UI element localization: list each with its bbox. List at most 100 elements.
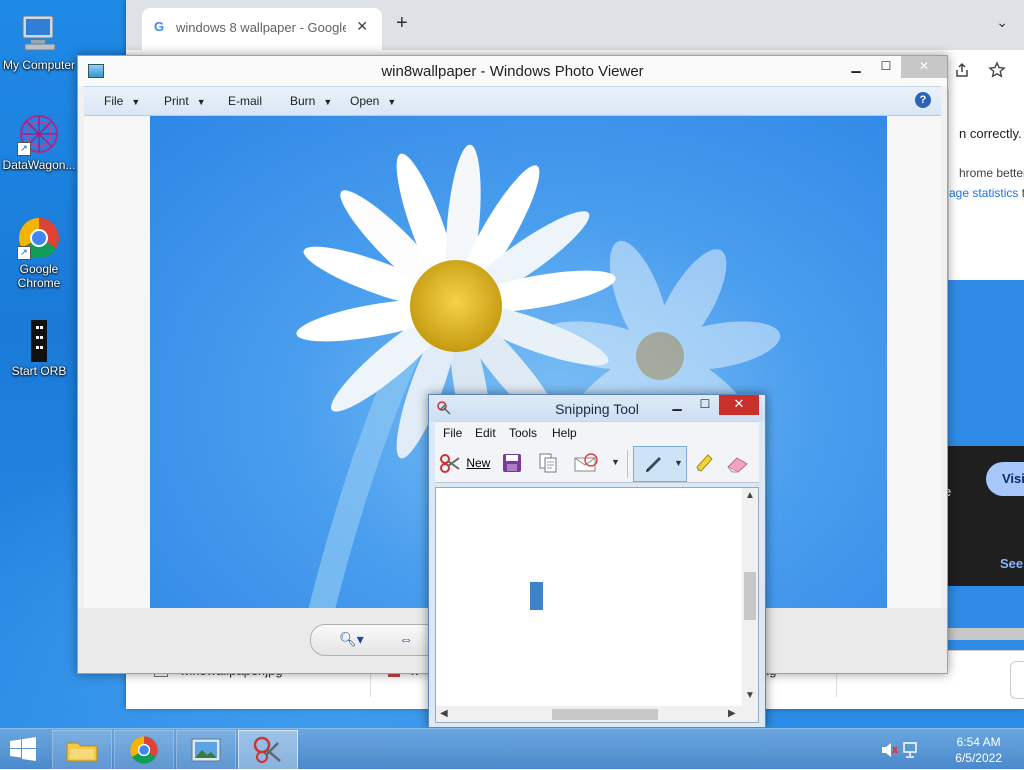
desktop-icon-label: DataWagon... — [2, 158, 76, 172]
menu-edit[interactable]: Edit — [475, 426, 496, 440]
clock-date: 6/5/2022 — [955, 751, 1002, 765]
menu-label: Print — [164, 94, 189, 108]
desktop: G windows 8 wallpaper - Google Se ✕ + ⌄ … — [0, 0, 1024, 728]
info-text-2: hrome better b — [959, 166, 1024, 180]
see-link[interactable]: See — [1000, 556, 1023, 571]
scissors-icon — [440, 454, 460, 473]
pen-tool-button[interactable]: ▼ — [633, 446, 687, 482]
dropdown-arrow-icon: ▼ — [323, 97, 333, 107]
captured-snip-content — [530, 582, 543, 610]
maximize-button[interactable]: ☐ — [691, 395, 719, 415]
datawagon-icon: ↗ — [17, 112, 61, 156]
dropdown-arrow-icon: ▼ — [387, 97, 397, 107]
chrome-tab-title: windows 8 wallpaper - Google Se — [176, 20, 346, 35]
send-dropdown-arrow-icon[interactable]: ▼ — [611, 457, 620, 479]
menu-file[interactable]: File — [443, 426, 462, 440]
scroll-left-icon[interactable]: ◀ — [440, 708, 448, 719]
folder-icon — [66, 742, 98, 762]
desktop-icon-my-computer[interactable]: My Computer — [1, 12, 77, 72]
desktop-icon-start-orb[interactable]: Start ORB — [1, 318, 77, 378]
dropdown-arrow-icon: ▼ — [131, 97, 141, 107]
scroll-right-icon[interactable]: ▶ — [728, 708, 736, 719]
window-controls: ▁ ☐ ✕ — [663, 395, 759, 415]
start-orb-icon — [17, 318, 61, 364]
network-icon[interactable] — [902, 741, 920, 759]
desktop-icon-google-chrome[interactable]: ↗ Google Chrome — [1, 216, 77, 290]
close-button[interactable]: ✕ — [719, 395, 759, 415]
new-label: New — [466, 456, 491, 470]
vertical-scroll-thumb[interactable] — [744, 572, 756, 620]
close-button[interactable]: ✕ — [901, 56, 947, 78]
info-panel: n correctly. hrome better b age statisti… — [948, 90, 1024, 281]
info-text-3-wrap: age statistics to — [949, 186, 1024, 200]
chrome-icon: ↗ — [17, 216, 61, 260]
photo-viewer-icon — [191, 738, 221, 762]
zoom-icon[interactable]: 🔍︎▾ — [339, 631, 364, 648]
taskbar-snipping-tool[interactable] — [238, 730, 298, 770]
taskbar-file-explorer[interactable] — [52, 730, 112, 770]
window-controls: ▁ ☐ ✕ — [841, 56, 947, 78]
snipping-tool-toolbar: New ▼ ▼ — [435, 444, 759, 483]
windows-start-icon[interactable] — [8, 737, 38, 761]
horizontal-scrollbar[interactable]: ◀ ▶ — [436, 706, 742, 722]
menu-tools[interactable]: Tools — [509, 426, 537, 440]
menu-label: Open — [350, 94, 380, 108]
share-icon[interactable] — [954, 62, 970, 78]
clock[interactable]: 6:54 AM 6/5/2022 — [955, 734, 1002, 766]
chrome-tab-bar: G windows 8 wallpaper - Google Se ✕ + ⌄ — [126, 0, 1024, 50]
tab-close-icon[interactable]: ✕ — [356, 18, 368, 35]
snipping-tool-icon — [253, 736, 281, 763]
chrome-tab[interactable]: G windows 8 wallpaper - Google Se ✕ — [142, 8, 382, 50]
new-tab-button[interactable]: + — [396, 12, 408, 35]
info-text-3-tail: to — [1021, 186, 1024, 200]
menu-file[interactable]: File ▼ — [104, 94, 140, 108]
photo-viewer-titlebar[interactable]: win8wallpaper - Windows Photo Viewer ▁ ☐… — [78, 56, 947, 86]
minimize-button[interactable]: ▁ — [841, 56, 871, 78]
bookmark-star-icon[interactable] — [988, 61, 1006, 79]
menu-help[interactable]: Help — [552, 426, 577, 440]
usage-statistics-link[interactable]: age statistics — [949, 186, 1018, 200]
menu-open[interactable]: Open ▼ — [350, 94, 396, 108]
scroll-down-icon[interactable]: ▼ — [745, 690, 755, 701]
save-icon[interactable] — [501, 452, 523, 474]
desktop-icon-datawagon[interactable]: ↗ DataWagon... — [1, 112, 77, 172]
menu-email[interactable]: E-mail — [228, 94, 262, 108]
minimize-button[interactable]: ▁ — [663, 395, 691, 415]
show-all-button[interactable] — [1010, 661, 1024, 699]
menu-label: File — [104, 94, 124, 108]
pen-dropdown-arrow-icon[interactable]: ▼ — [674, 458, 683, 468]
eraser-icon[interactable] — [725, 452, 751, 474]
highlighter-icon[interactable] — [693, 452, 715, 474]
visit-button[interactable]: Visi — [986, 462, 1024, 496]
taskbar-photo-viewer[interactable] — [176, 730, 236, 770]
pen-icon — [646, 457, 661, 472]
menu-print[interactable]: Print ▼ — [164, 94, 206, 108]
vertical-scrollbar[interactable]: ▲ ▼ — [742, 488, 758, 706]
menu-burn[interactable]: Burn ▼ — [290, 94, 332, 108]
snipping-tool-window[interactable]: Snipping Tool ▁ ☐ ✕ File Edit Tools Help… — [428, 394, 766, 728]
tab-search-chevron-icon[interactable]: ⌄ — [996, 14, 1008, 31]
snip-canvas[interactable]: ▲ ▼ ◀ ▶ — [435, 487, 759, 723]
volume-muted-icon[interactable] — [880, 741, 898, 759]
new-snip-button[interactable]: New — [439, 452, 495, 474]
shortcut-arrow-icon: ↗ — [17, 246, 31, 260]
scroll-up-icon[interactable]: ▲ — [745, 490, 755, 501]
send-snip-icon[interactable] — [573, 452, 601, 474]
computer-icon — [17, 12, 61, 56]
info-text-1: n correctly. — [959, 126, 1022, 141]
maximize-button[interactable]: ☐ — [871, 56, 901, 78]
help-icon[interactable]: ? — [915, 92, 931, 108]
photo-viewer-menubar: File ▼ Print ▼ E-mail Burn ▼ Open ▼ ? — [84, 86, 941, 116]
actual-size-icon[interactable]: ⇔ — [399, 631, 413, 647]
taskbar-chrome[interactable] — [114, 730, 174, 770]
desktop-icon-label: Start ORB — [11, 364, 67, 378]
clock-time: 6:54 AM — [956, 735, 1001, 749]
page-scrollbar[interactable] — [948, 628, 1024, 640]
window-title: win8wallpaper - Windows Photo Viewer — [381, 63, 644, 80]
snipping-tool-titlebar[interactable]: Snipping Tool ▁ ☐ ✕ — [429, 395, 765, 421]
snipping-tool-menubar: File Edit Tools Help — [435, 421, 759, 444]
shortcut-arrow-icon: ↗ — [17, 142, 31, 156]
copy-icon[interactable] — [537, 452, 559, 474]
horizontal-scroll-thumb[interactable] — [552, 709, 658, 720]
chrome-icon — [130, 736, 158, 764]
